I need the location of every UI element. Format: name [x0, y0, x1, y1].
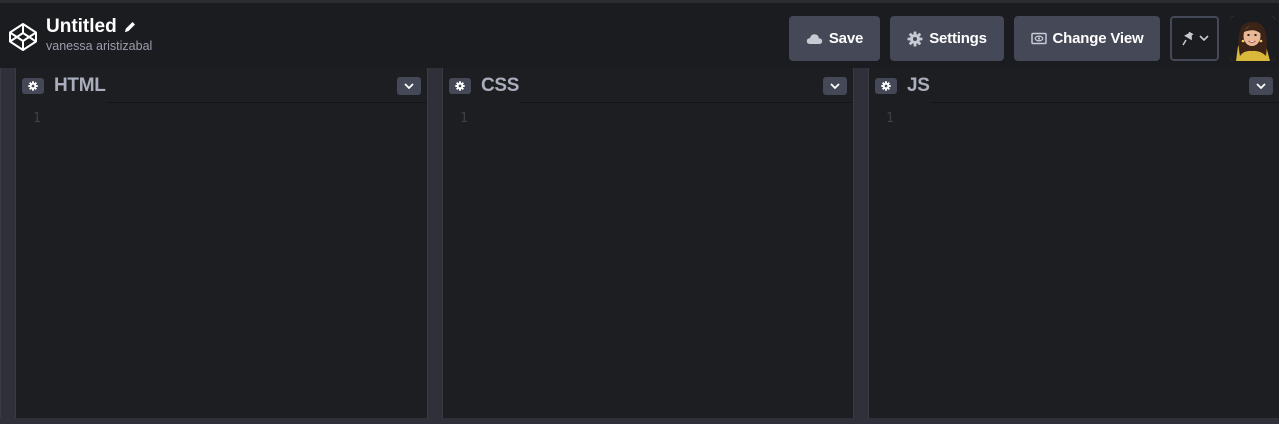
gear-icon [28, 80, 38, 91]
chevron-down-icon [404, 82, 414, 89]
css-code-area[interactable]: 1 [443, 104, 853, 418]
css-settings-button[interactable] [449, 77, 471, 94]
resizer-html-css[interactable] [427, 68, 443, 418]
css-editor-header: CSS [443, 68, 853, 103]
chevron-down-icon [1198, 35, 1209, 42]
html-editor-title: HTML [54, 74, 106, 96]
settings-button[interactable]: Settings [890, 16, 1004, 61]
resizer-css-js[interactable] [853, 68, 869, 418]
html-editor-header: HTML [16, 68, 427, 103]
pin-dropdown-button[interactable] [1170, 16, 1219, 61]
css-options-button[interactable] [823, 77, 847, 95]
author-name[interactable]: vanessa aristizabal [46, 39, 152, 53]
js-editor: JS 1 [869, 68, 1279, 418]
user-avatar[interactable] [1230, 16, 1275, 61]
line-number: 1 [460, 111, 468, 126]
chevron-down-icon [1256, 82, 1266, 89]
codepen-logo-icon[interactable] [8, 22, 38, 52]
change-view-label: Change View [1052, 30, 1144, 47]
css-editor-title: CSS [481, 74, 520, 96]
chevron-down-icon [830, 82, 840, 89]
pencil-icon[interactable] [123, 20, 137, 34]
gear-icon [455, 80, 465, 91]
save-button[interactable]: Save [789, 16, 880, 61]
top-bar: Untitled vanessa aristizabal Save Settin… [0, 0, 1279, 68]
pen-title[interactable]: Untitled [46, 16, 117, 38]
js-editor-header: JS [869, 68, 1279, 103]
save-label: Save [828, 30, 864, 47]
html-options-button[interactable] [397, 77, 421, 95]
layout-view-icon [1030, 32, 1047, 45]
html-settings-button[interactable] [22, 77, 44, 94]
pen-title-block: Untitled vanessa aristizabal [46, 16, 152, 53]
js-editor-title: JS [907, 74, 930, 96]
change-view-button[interactable]: Change View [1014, 16, 1160, 61]
html-editor: HTML 1 [16, 68, 427, 418]
cloud-icon [806, 33, 823, 44]
html-code-area[interactable]: 1 [16, 104, 427, 418]
resizer-left[interactable] [0, 68, 16, 418]
line-number: 1 [886, 111, 894, 126]
line-number: 1 [33, 111, 41, 126]
settings-label: Settings [929, 30, 987, 47]
editor-panels: HTML 1 CSS 1 JS 1 [0, 68, 1279, 424]
bottom-resize-bar[interactable] [0, 418, 1279, 424]
gear-icon [907, 31, 923, 46]
js-options-button[interactable] [1249, 77, 1273, 95]
css-editor: CSS 1 [443, 68, 853, 418]
js-code-area[interactable]: 1 [869, 104, 1279, 418]
pin-icon [1181, 31, 1194, 46]
js-settings-button[interactable] [875, 77, 897, 94]
gear-icon [881, 80, 891, 91]
